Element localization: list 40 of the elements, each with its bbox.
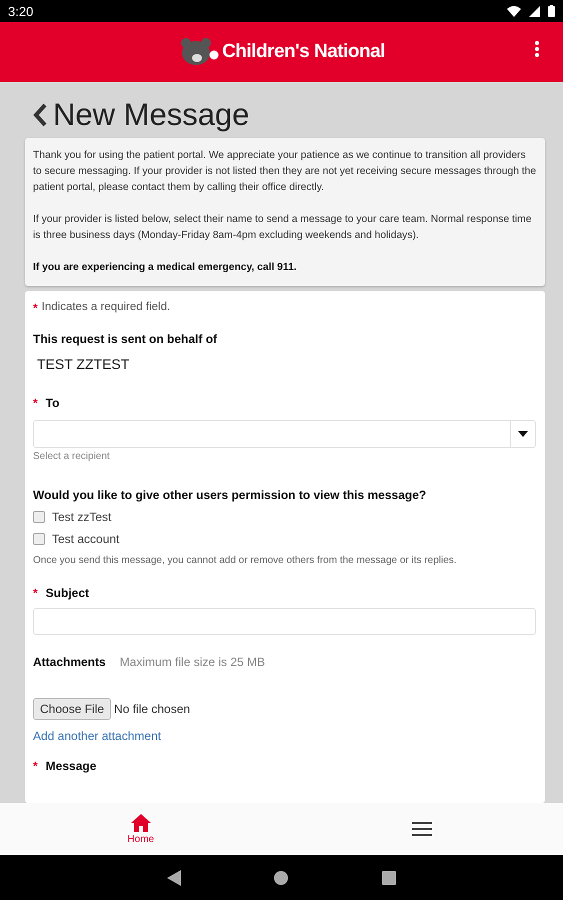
home-icon (130, 814, 151, 832)
required-mark: * (33, 586, 38, 600)
notice-text: If your provider is listed below, select their name to send a message to your care team. Normal response time is three business days (Monday-Friday 8am-4pm excluding weekends and holidays). (33, 213, 532, 243)
more-icon[interactable] (535, 41, 539, 57)
wifi-icon (507, 6, 521, 16)
required-mark: * (33, 301, 38, 315)
notice-text: Thank you for using the patient portal. We appreciate your patience as we continue to transition all providers to secure messaging. If your provider is not listed then they are not yet receiving secure messages through the patient portal, please contact them by calling their office directly. (33, 149, 537, 195)
field-label: Subject (46, 586, 90, 600)
signal-icon (529, 6, 540, 16)
field-label: This request is sent on behalf of (33, 332, 218, 346)
checkbox[interactable] (33, 533, 45, 545)
back-nav-icon[interactable] (166, 870, 181, 886)
required-mark: * (33, 759, 38, 773)
file-status: No file chosen (114, 702, 190, 716)
brand-logo: Children's National (222, 41, 385, 63)
back-icon[interactable] (33, 103, 47, 127)
bear-logo-icon (178, 37, 220, 67)
emergency-text: If you are experiencing a medical emergency, call 911. (33, 261, 298, 275)
home-nav-icon[interactable] (274, 870, 288, 884)
choose-file-button[interactable]: Choose File (33, 698, 112, 720)
field-label: To (46, 396, 60, 410)
field-label: Attachments (33, 655, 106, 669)
checkbox[interactable] (33, 511, 45, 523)
required-mark: * (33, 396, 38, 410)
battery-icon (548, 5, 555, 17)
patient-name: TEST ZZTEST (37, 356, 130, 372)
recents-nav-icon[interactable] (382, 870, 396, 884)
field-hint: Select a recipient (33, 451, 111, 462)
required-note: Indicates a required field. (42, 301, 170, 315)
field-label: Message (46, 759, 96, 773)
permission-note: Once you send this message, you cannot add or remove others from the message or its replies. (33, 555, 458, 566)
checkbox-label: Test account (52, 532, 120, 546)
clock: 3:20 (8, 4, 34, 18)
menu-icon (412, 822, 432, 836)
caret-icon (518, 431, 528, 437)
field-label: Would you like to give other users permission to view this message? (33, 488, 426, 502)
add-attachment-link[interactable]: Add another attachment (33, 729, 162, 743)
checkbox-label: Test zzTest (52, 510, 112, 524)
page-title: New Message (53, 97, 250, 133)
file-size-note: Maximum file size is 25 MB (120, 655, 266, 669)
